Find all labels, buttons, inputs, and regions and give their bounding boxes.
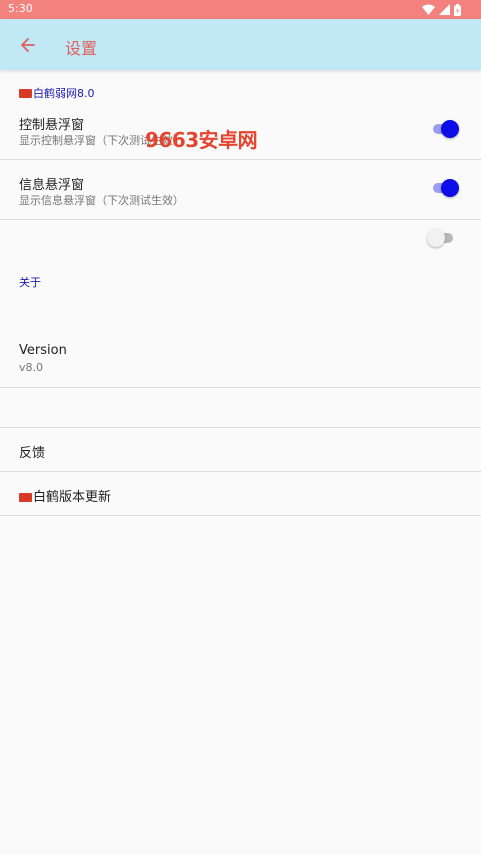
- section-header-about: 关于: [19, 276, 41, 289]
- setting-unlabeled[interactable]: [0, 220, 481, 258]
- app-bar: 设置: [0, 19, 481, 70]
- back-button[interactable]: [17, 34, 39, 56]
- control-float-switch[interactable]: [433, 120, 459, 138]
- about-version-title: Version: [19, 343, 67, 358]
- info-float-switch-thumb: [441, 179, 459, 197]
- about-version-value: v8.0: [19, 361, 44, 374]
- control-float-switch-thumb: [441, 120, 459, 138]
- status-bar: 5:30: [0, 0, 481, 19]
- setting-info-float[interactable]: 信息悬浮窗 显示信息悬浮窗（下次测试生效）: [0, 160, 481, 219]
- watermark: 9663安卓网: [145, 128, 258, 152]
- about-feedback[interactable]: 反馈: [0, 428, 481, 471]
- about-empty-item[interactable]: [0, 388, 481, 427]
- setting-control-float-title: 控制悬浮窗: [19, 118, 85, 133]
- divider: [0, 515, 481, 516]
- info-float-switch[interactable]: [433, 179, 459, 197]
- unlabeled-switch[interactable]: [427, 229, 453, 247]
- about-update-label: 白鹤版本更新: [33, 490, 112, 505]
- flag-icon: [19, 89, 32, 98]
- section-header-main-label: 白鹤弱网8.0: [33, 87, 95, 100]
- signal-icon: [439, 4, 450, 15]
- unlabeled-switch-thumb: [427, 229, 445, 247]
- setting-info-float-title: 信息悬浮窗: [19, 178, 85, 193]
- section-header-main: 白鹤弱网8.0: [19, 85, 95, 101]
- setting-info-float-subtitle: 显示信息悬浮窗（下次测试生效）: [19, 194, 184, 207]
- flag-icon: [19, 493, 32, 502]
- arrow-left-icon: [21, 38, 35, 52]
- page-title: 设置: [65, 39, 98, 58]
- status-icons: [422, 3, 461, 16]
- battery-icon: [454, 3, 461, 16]
- about-version[interactable]: Version v8.0: [0, 330, 481, 387]
- wifi-icon: [422, 4, 435, 15]
- about-update[interactable]: 白鹤版本更新: [0, 472, 481, 515]
- about-feedback-label: 反馈: [19, 446, 46, 461]
- status-time: 5:30: [8, 2, 33, 15]
- about-update-title: 白鹤版本更新: [19, 486, 111, 505]
